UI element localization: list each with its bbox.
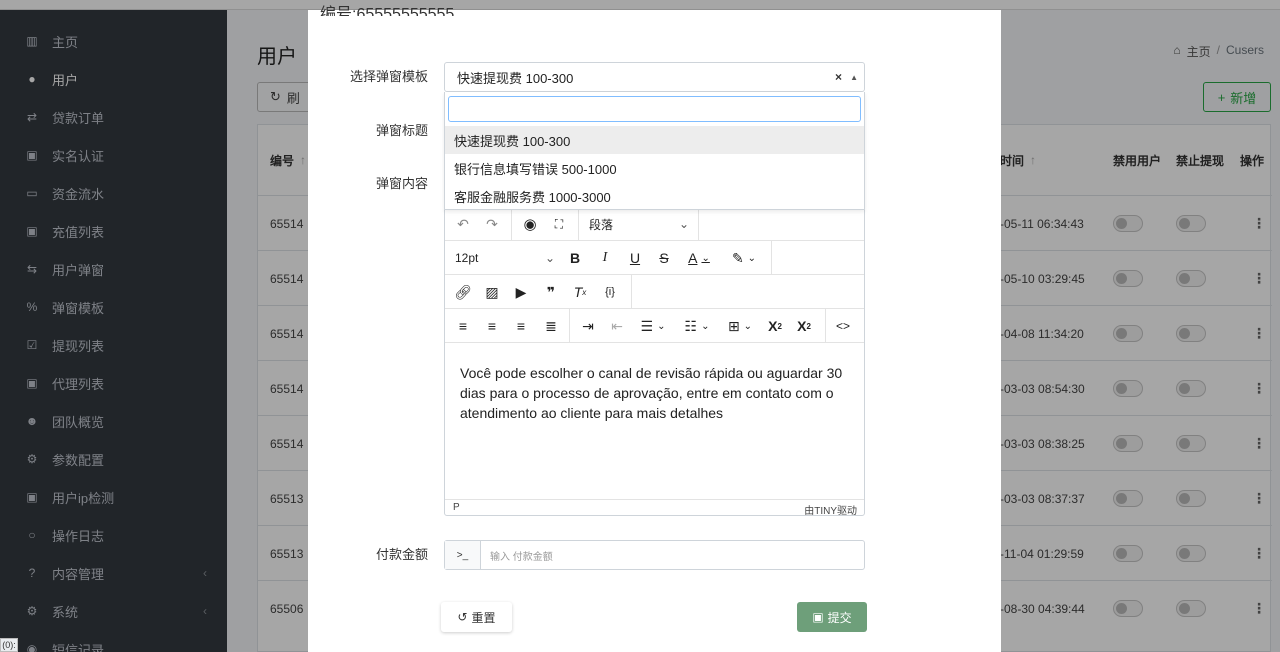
fullscreen-icon[interactable]: ⛶: [549, 207, 569, 241]
save-icon: ▣: [812, 610, 824, 624]
submit-label: 提交: [827, 610, 852, 625]
outdent-icon[interactable]: ⇤: [607, 309, 627, 343]
content-label: 弹窗内容: [375, 176, 428, 191]
align-center-icon[interactable]: ≡: [482, 309, 502, 343]
template-select-value: 快速提现费 100-300: [457, 70, 574, 86]
template-dropdown: 快速提现费 100-300 银行信息填写错误 500-1000 客服金融服务费 …: [444, 92, 865, 210]
link-icon[interactable]: 🔗︎: [453, 275, 473, 309]
font-size-select[interactable]: 12pt ⌄: [455, 241, 555, 275]
template-label: 选择弹窗模板: [349, 69, 428, 84]
bold-icon[interactable]: B: [565, 241, 585, 275]
highlight-color-icon[interactable]: ✎ ⌄: [726, 241, 762, 275]
indent-icon[interactable]: ⇥: [578, 309, 598, 343]
preview-icon[interactable]: ◉: [519, 207, 541, 241]
underline-icon[interactable]: U: [625, 241, 645, 275]
powered-by[interactable]: 由TINY驱动: [804, 502, 857, 515]
submit-button[interactable]: ▣ 提交: [797, 602, 867, 632]
editor-toolbar-row-2: 12pt ⌄ B I U S A ⌄ ✎ ⌄: [445, 241, 864, 275]
subscript-icon[interactable]: X2: [764, 309, 786, 343]
modal-title: 编号:65555555555: [320, 6, 455, 16]
media-icon[interactable]: ▶: [511, 275, 531, 309]
editor-statusbar: P 由TINY驱动: [445, 499, 864, 515]
undo-icon[interactable]: ↶: [453, 207, 473, 241]
text-color-icon[interactable]: A ⌄: [683, 241, 715, 275]
strikethrough-icon[interactable]: S: [654, 241, 674, 275]
title-label: 弹窗标题: [375, 123, 428, 138]
dropdown-search-input[interactable]: [448, 96, 861, 122]
dropdown-option[interactable]: 客服金融服务费 1000-3000: [445, 182, 864, 210]
bullet-list-icon[interactable]: ☰ ⌄: [635, 309, 671, 343]
editor-toolbar-row-1: ↶ ↷ ◉ ⛶ 段落 ⌄: [445, 207, 864, 241]
source-code-icon[interactable]: <>: [833, 309, 853, 343]
blockquote-icon[interactable]: ❞: [541, 275, 561, 309]
clear-icon[interactable]: ×: [835, 70, 842, 84]
align-justify-icon[interactable]: ≣: [541, 309, 561, 343]
app-root: ▥ 主页 ● 用户 ⇄ 贷款订单 ▣ 实名认证 ▭ 资金流水 ▣ 充值列表 ⇆ 用户弹窗 % 弹…: [0, 0, 1280, 652]
block-format-value: 段落: [589, 217, 614, 232]
font-size-value: 12pt: [455, 251, 479, 265]
align-left-icon[interactable]: ≡: [453, 309, 473, 343]
numbered-list-icon[interactable]: ☷ ⌄: [679, 309, 715, 343]
reset-button[interactable]: ↺ 重置: [441, 602, 512, 632]
amount-field[interactable]: >_ 输入 付款金额: [444, 540, 865, 570]
corner-tag: (0):: [0, 638, 18, 652]
amount-label: 付款金额: [375, 547, 428, 562]
terminal-icon: >_: [445, 541, 481, 569]
caret-up-icon[interactable]: ▲: [850, 73, 858, 82]
image-icon[interactable]: ▨: [482, 275, 502, 309]
chevron-down-icon: ⌄: [679, 217, 690, 231]
italic-icon[interactable]: I: [595, 241, 615, 275]
table-icon[interactable]: ⊞ ⌄: [723, 309, 757, 343]
editor-content[interactable]: Você pode escolher o canal de revisão rá…: [460, 363, 855, 423]
redo-icon[interactable]: ↷: [482, 207, 502, 241]
editor-toolbar-row-4: ≡ ≡ ≡ ≣ ⇥ ⇤ ☰ ⌄ ☷ ⌄ ⊞ ⌄ X2 X2 <>: [445, 309, 864, 343]
superscript-icon[interactable]: X2: [793, 309, 815, 343]
undo-icon: ↺: [457, 610, 468, 624]
content-editor: ↶ ↷ ◉ ⛶ 段落 ⌄ 12pt ⌄ B I U S A ⌄ ✎ ⌄ 🔗︎ ▨…: [444, 180, 865, 516]
dropdown-option[interactable]: 快速提现费 100-300: [445, 126, 864, 154]
block-format-select[interactable]: 段落 ⌄: [589, 207, 689, 241]
reset-label: 重置: [471, 610, 496, 625]
clear-format-icon[interactable]: Tx: [570, 275, 590, 309]
user-popup-modal: 编号:65555555555 选择弹窗模板 快速提现费 100-300 × ▲ …: [308, 6, 1001, 652]
element-path[interactable]: P: [453, 502, 460, 513]
code-sample-icon[interactable]: {i}: [599, 275, 621, 309]
align-right-icon[interactable]: ≡: [511, 309, 531, 343]
template-select[interactable]: 快速提现费 100-300 × ▲: [444, 62, 865, 92]
dropdown-option[interactable]: 银行信息填写错误 500-1000: [445, 154, 864, 182]
amount-placeholder: 输入 付款金额: [490, 551, 553, 563]
chevron-down-icon: ⌄: [545, 251, 556, 265]
editor-toolbar-row-3: 🔗︎ ▨ ▶ ❞ Tx {i}: [445, 275, 864, 309]
